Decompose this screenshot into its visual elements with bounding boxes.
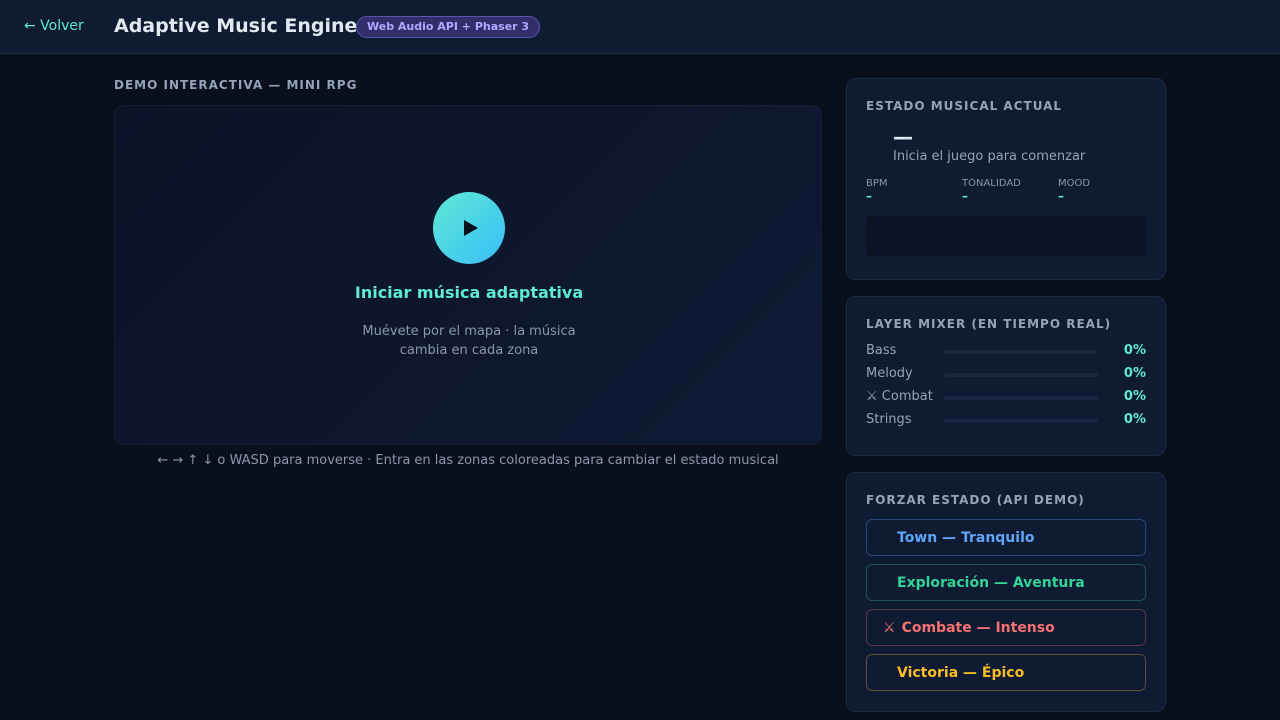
- current-state-description: Inicia el juego para comenzar: [893, 149, 1086, 164]
- layer-value-melody: 0%: [1123, 366, 1146, 381]
- stat-key: TONALIDAD –: [962, 178, 1021, 203]
- state-panel-title: ESTADO MUSICAL ACTUAL: [866, 99, 1063, 113]
- force-combat-button[interactable]: ⚔ Combate — Intenso: [866, 609, 1146, 646]
- mixer-panel-title: LAYER MIXER (EN TIEMPO REAL): [866, 317, 1112, 331]
- controls-hint: ← → ↑ ↓ o WASD para moverse · Entra en l…: [157, 453, 779, 468]
- demo-section-label: DEMO INTERACTIVA — MINI RPG: [114, 78, 358, 92]
- layer-name-strings: Strings: [866, 412, 912, 427]
- layer-slider-strings[interactable]: [943, 419, 1098, 423]
- app-title: Adaptive Music Engine: [98, 15, 357, 37]
- start-hint-line-1: Muévete por el mapa · la música: [362, 324, 576, 339]
- stat-key-label: TONALIDAD: [962, 178, 1021, 189]
- layer-slider-melody[interactable]: [943, 373, 1098, 377]
- force-state-panel: FORZAR ESTADO (API DEMO) Town — Tranquil…: [846, 472, 1166, 712]
- layer-value-bass: 0%: [1123, 343, 1146, 358]
- app-title-text: Adaptive Music Engine: [114, 15, 358, 37]
- layer-value-strings: 0%: [1123, 412, 1146, 427]
- layer-slider-combat[interactable]: [943, 396, 1098, 400]
- force-combat-label: Combate — Intenso: [901, 619, 1055, 636]
- force-town-button[interactable]: Town — Tranquilo: [866, 519, 1146, 556]
- layer-name-melody: Melody: [866, 366, 913, 381]
- layer-name-combat: ⚔ Combat: [866, 389, 933, 404]
- tech-badge: Web Audio API + Phaser 3: [356, 16, 541, 38]
- start-music-label[interactable]: Iniciar música adaptativa: [115, 283, 823, 302]
- layer-row-bass: Bass 0%: [866, 343, 1146, 359]
- play-button[interactable]: [433, 192, 505, 264]
- stat-mood: MOOD –: [1058, 178, 1090, 203]
- layer-row-combat: ⚔ Combat 0%: [866, 389, 1146, 405]
- layer-row-strings: Strings 0%: [866, 412, 1146, 428]
- force-victory-label: Victoria — Épico: [897, 664, 1025, 681]
- stat-key-value: –: [962, 189, 968, 203]
- force-exploration-button[interactable]: Exploración — Aventura: [866, 564, 1146, 601]
- play-icon: [464, 220, 478, 236]
- game-canvas[interactable]: Iniciar música adaptativa Muévete por el…: [114, 105, 822, 445]
- audio-visualizer: [866, 216, 1146, 256]
- force-town-label: Town — Tranquilo: [897, 529, 1035, 546]
- force-exploration-label: Exploración — Aventura: [897, 574, 1085, 591]
- crossed-swords-icon: ⚔: [883, 619, 896, 636]
- stat-bpm-value: –: [866, 189, 872, 203]
- back-link[interactable]: ← Volver: [24, 18, 84, 34]
- stat-mood-label: MOOD: [1058, 178, 1091, 189]
- layer-mixer-panel: LAYER MIXER (EN TIEMPO REAL) Bass 0% Mel…: [846, 296, 1166, 456]
- stat-bpm-label: BPM: [866, 178, 888, 189]
- stat-bpm: BPM –: [866, 178, 888, 203]
- musical-state-panel: ESTADO MUSICAL ACTUAL — Inicia el juego …: [846, 78, 1166, 280]
- layer-name-bass: Bass: [866, 343, 897, 358]
- force-victory-button[interactable]: Victoria — Épico: [866, 654, 1146, 691]
- stat-mood-value: –: [1058, 189, 1064, 203]
- layer-slider-bass[interactable]: [943, 350, 1098, 354]
- top-bar: ← Volver Adaptive Music Engine Web Audio…: [0, 0, 1280, 54]
- current-state-name: —: [893, 125, 913, 149]
- start-hint: Muévete por el mapa · la música cambia e…: [115, 322, 823, 360]
- layer-row-melody: Melody 0%: [866, 366, 1146, 382]
- layer-value-combat: 0%: [1123, 389, 1146, 404]
- start-hint-line-2: cambia en cada zona: [399, 343, 539, 358]
- force-panel-title: FORZAR ESTADO (API DEMO): [866, 493, 1085, 507]
- crossed-swords-icon: ⚔: [866, 389, 878, 404]
